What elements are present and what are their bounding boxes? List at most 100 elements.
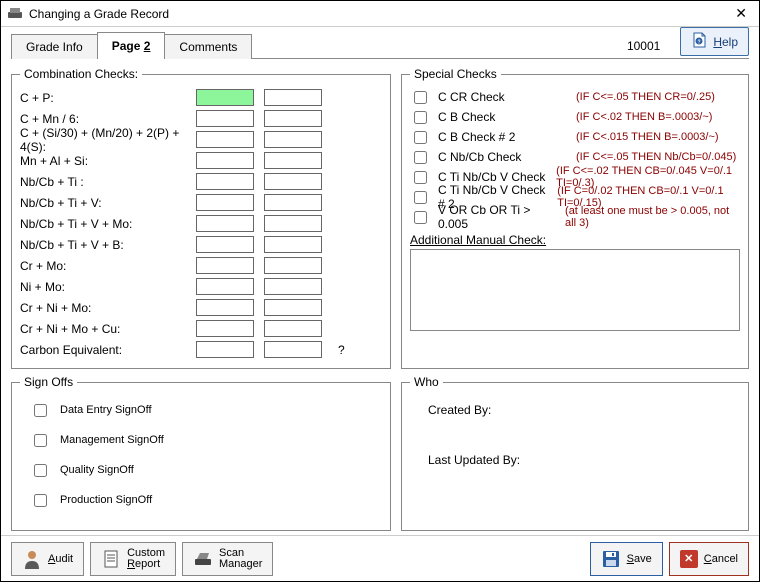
combo-input-2a[interactable] xyxy=(196,110,254,127)
special-row: V OR Cb OR Ti > 0.005(at least one must … xyxy=(410,207,740,227)
combo-input-5b[interactable] xyxy=(264,173,322,190)
special-label: C CR Check xyxy=(438,90,568,104)
save-button[interactable]: Save xyxy=(590,542,663,576)
combo-input-3a[interactable] xyxy=(196,131,254,148)
combo-input-6a[interactable] xyxy=(196,194,254,211)
combo-input-3b[interactable] xyxy=(264,131,322,148)
special-row: C B Check(IF C<.02 THEN B=.0003/~) xyxy=(410,107,740,127)
window: Changing a Grade Record ✕ Grade Info Pag… xyxy=(0,0,760,582)
special-label: C B Check # 2 xyxy=(438,130,568,144)
help-button[interactable]: ? Help xyxy=(680,27,749,56)
combo-input-13a[interactable] xyxy=(196,341,254,358)
combo-input-7a[interactable] xyxy=(196,215,254,232)
additional-manual-check-input[interactable] xyxy=(410,249,740,331)
record-id: 10001 xyxy=(627,39,660,59)
special-cond: (IF C<.015 THEN B=.0003/~) xyxy=(576,131,719,143)
who-group: Who Created By: Last Updated By: xyxy=(401,375,749,531)
body: Combination Checks: C + P: C + Mn / 6: C… xyxy=(1,59,759,535)
combo-input-10a[interactable] xyxy=(196,278,254,295)
combo-row: Carbon Equivalent:? xyxy=(20,339,382,360)
combo-row: Cr + Ni + Mo + Cu: xyxy=(20,318,382,339)
c-cr-check[interactable] xyxy=(414,91,427,104)
quality-signoff-checkbox[interactable] xyxy=(34,464,47,477)
combo-input-12a[interactable] xyxy=(196,320,254,337)
combo-input-11a[interactable] xyxy=(196,299,254,316)
tab-label: Grade Info xyxy=(26,40,83,54)
scan-manager-button[interactable]: ScanManager xyxy=(182,542,273,576)
special-cond: (IF C<=.05 THEN Nb/Cb=0/.045) xyxy=(576,151,736,163)
special-legend: Special Checks xyxy=(410,67,501,81)
combo-input-11b[interactable] xyxy=(264,299,322,316)
audit-button[interactable]: Audit xyxy=(11,542,84,576)
close-icon[interactable]: ✕ xyxy=(729,3,753,24)
combo-input-6b[interactable] xyxy=(264,194,322,211)
signoff-label: Quality SignOff xyxy=(60,464,134,476)
combination-checks-group: Combination Checks: C + P: C + Mn / 6: C… xyxy=(11,67,391,369)
data-entry-signoff-checkbox[interactable] xyxy=(34,404,47,417)
tab-comments[interactable]: Comments xyxy=(164,34,252,59)
combo-input-1a[interactable] xyxy=(196,89,254,106)
question-mark-icon[interactable]: ? xyxy=(338,343,345,357)
combo-input-8a[interactable] xyxy=(196,236,254,253)
combo-label: C + Mn / 6: xyxy=(20,112,196,126)
c-b-check[interactable] xyxy=(414,111,427,124)
tab-page-2[interactable]: Page 2 xyxy=(97,32,166,59)
c-b-check-2[interactable] xyxy=(414,131,427,144)
cancel-label: Cancel xyxy=(704,553,738,565)
custom-report-label: CustomReport xyxy=(127,548,165,570)
help-label: Help xyxy=(713,35,738,49)
special-cond: (IF C<=.05 THEN CR=0/.25) xyxy=(576,91,715,103)
tab-grade-info[interactable]: Grade Info xyxy=(11,34,98,59)
c-ti-nbcb-v-check-2[interactable] xyxy=(414,191,427,204)
c-nbcb-check[interactable] xyxy=(414,151,427,164)
cancel-button[interactable]: ✕ Cancel xyxy=(669,542,749,576)
management-signoff-checkbox[interactable] xyxy=(34,434,47,447)
combo-input-4b[interactable] xyxy=(264,152,322,169)
combo-input-7b[interactable] xyxy=(264,215,322,232)
combo-input-12b[interactable] xyxy=(264,320,322,337)
special-row: C B Check # 2 (IF C<.015 THEN B=.0003/~) xyxy=(410,127,740,147)
special-label: V OR Cb OR Ti > 0.005 xyxy=(438,203,557,231)
combo-input-9a[interactable] xyxy=(196,257,254,274)
combo-input-1b[interactable] xyxy=(264,89,322,106)
signoff-row: Data Entry SignOff xyxy=(20,395,382,425)
v-or-cb-or-ti-check[interactable] xyxy=(414,211,427,224)
special-cond: (IF C<.02 THEN B=.0003/~) xyxy=(576,111,712,123)
combo-row: C + P: xyxy=(20,87,382,108)
signoff-label: Data Entry SignOff xyxy=(60,404,152,416)
combo-input-5a[interactable] xyxy=(196,173,254,190)
combo-label: Carbon Equivalent: xyxy=(20,343,196,357)
combo-row: Nb/Cb + Ti + V: xyxy=(20,192,382,213)
production-signoff-checkbox[interactable] xyxy=(34,494,47,507)
combo-input-4a[interactable] xyxy=(196,152,254,169)
combo-label: Mn + Al + Si: xyxy=(20,154,196,168)
special-row: C CR Check (IF C<=.05 THEN CR=0/.25) xyxy=(410,87,740,107)
signoff-row: Production SignOff xyxy=(20,485,382,515)
combo-label: C + P: xyxy=(20,91,196,105)
c-ti-nbcb-v-check[interactable] xyxy=(414,171,427,184)
combination-legend: Combination Checks: xyxy=(20,67,142,81)
combo-label: Nb/Cb + Ti + V: xyxy=(20,196,196,210)
save-label: Save xyxy=(627,553,652,565)
signoff-label: Management SignOff xyxy=(60,434,164,446)
custom-report-button[interactable]: CustomReport xyxy=(90,542,176,576)
scanner-icon xyxy=(193,549,213,569)
sign-offs-group: Sign Offs Data Entry SignOff Management … xyxy=(11,375,391,531)
combo-row: Nb/Cb + Ti : xyxy=(20,171,382,192)
combo-input-8b[interactable] xyxy=(264,236,322,253)
special-label: C Nb/Cb Check xyxy=(438,150,568,164)
special-label: C Ti Nb/Cb V Check xyxy=(438,170,548,184)
combo-input-9b[interactable] xyxy=(264,257,322,274)
combo-input-2b[interactable] xyxy=(264,110,322,127)
signoff-row: Quality SignOff xyxy=(20,455,382,485)
combo-input-10b[interactable] xyxy=(264,278,322,295)
combo-row: Ni + Mo: xyxy=(20,276,382,297)
window-title: Changing a Grade Record xyxy=(29,7,729,21)
combo-label: Nb/Cb + Ti + V + Mo: xyxy=(20,217,196,231)
combo-input-13b[interactable] xyxy=(264,341,322,358)
tab-label: Comments xyxy=(179,40,237,54)
person-icon xyxy=(22,549,42,569)
signoff-label: Production SignOff xyxy=(60,494,152,506)
scan-manager-label: ScanManager xyxy=(219,548,262,570)
combo-row: Nb/Cb + Ti + V + Mo: xyxy=(20,213,382,234)
